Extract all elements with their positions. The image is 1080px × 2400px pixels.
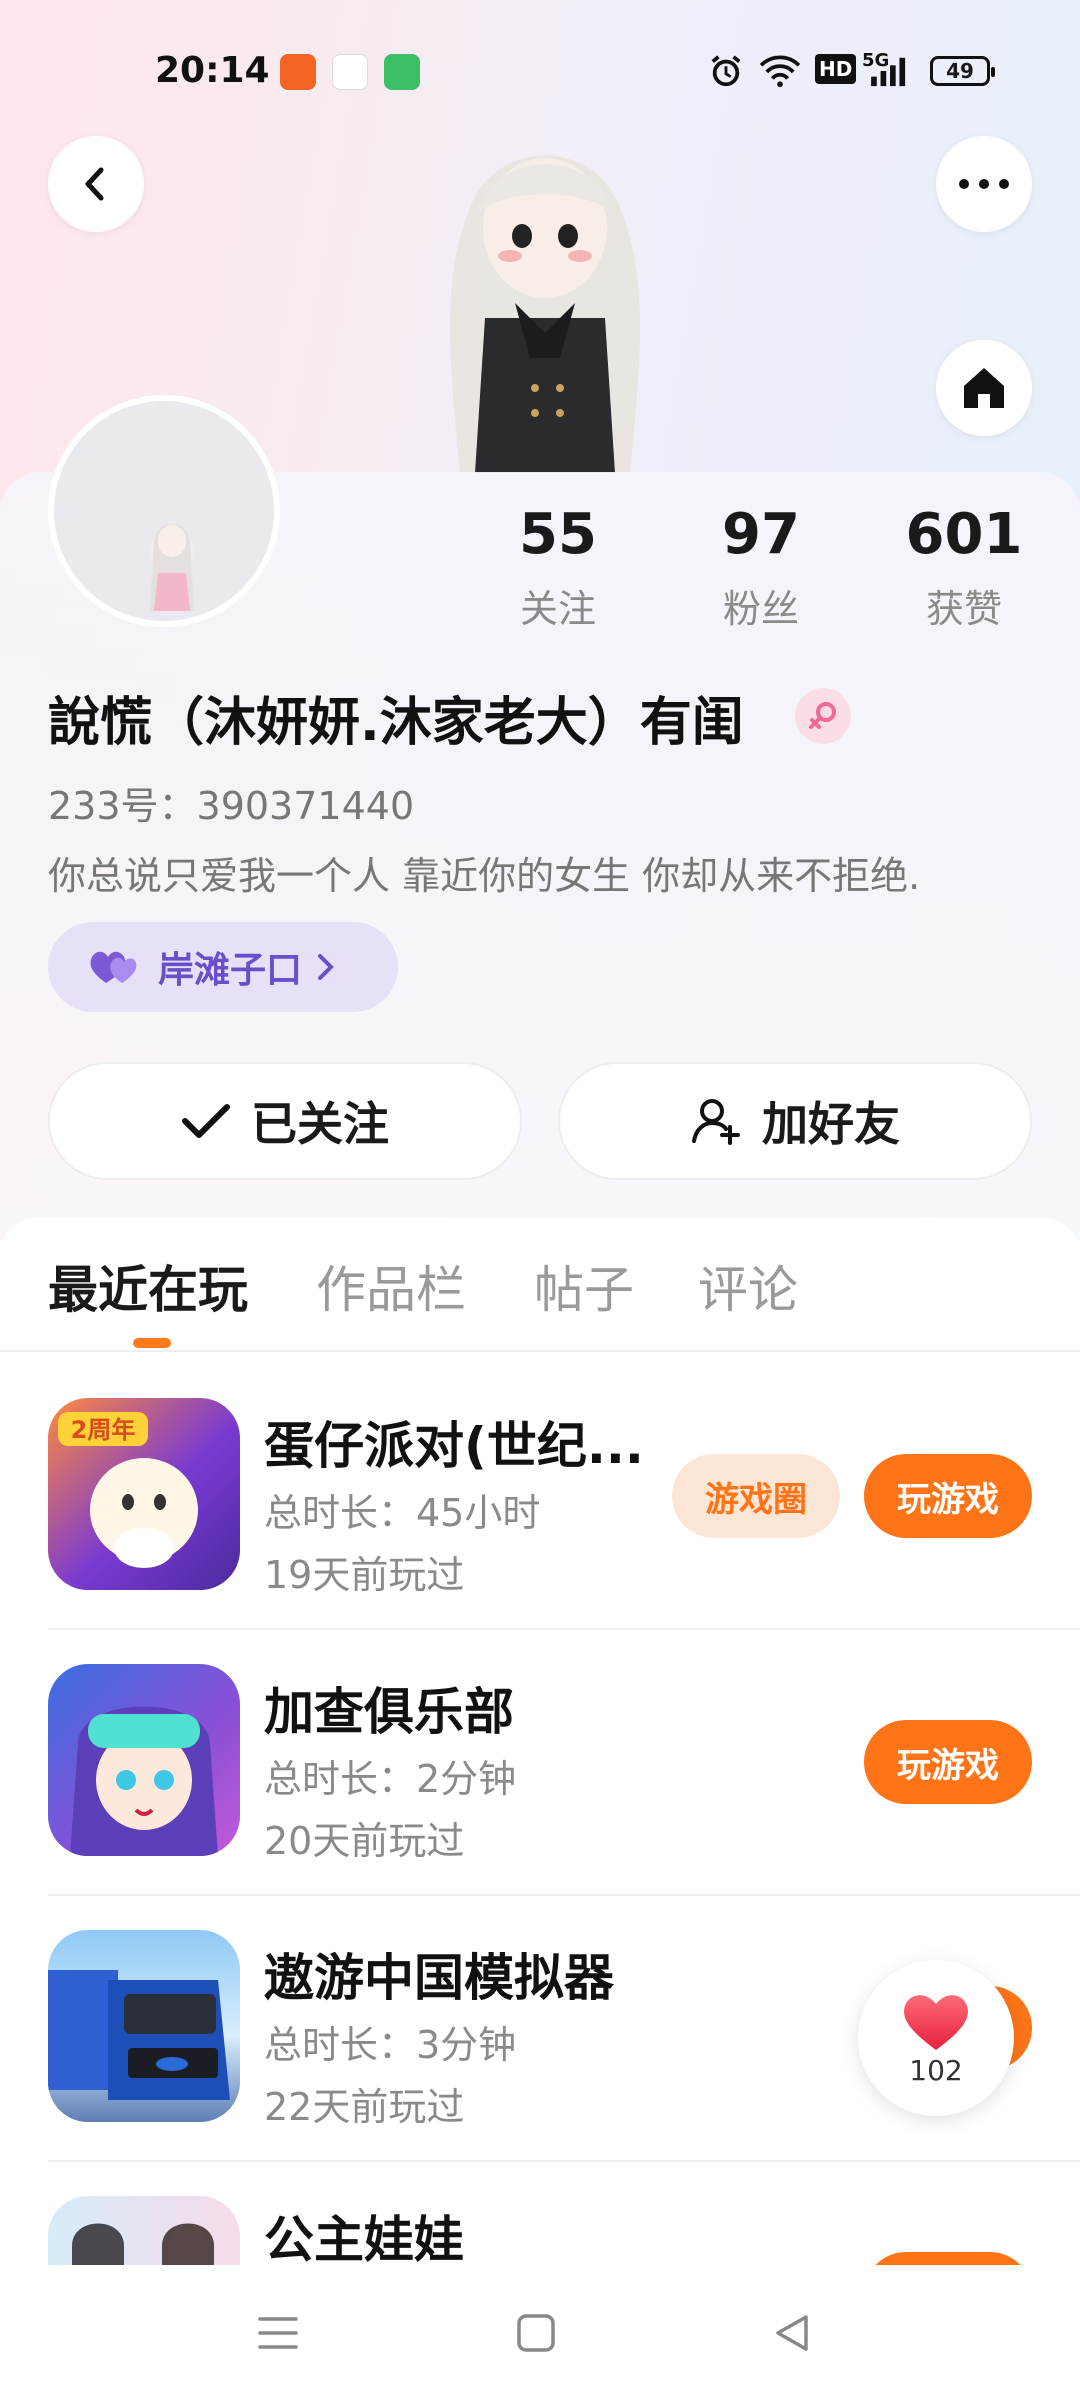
stat-fans[interactable]: 97 粉丝 [681, 500, 841, 633]
user-bio: 你总说只爱我一个人 靠近你的女生 你却从来不拒绝. [48, 854, 921, 898]
play-game-button[interactable]: 玩游戏 [864, 1454, 1032, 1538]
tab-works[interactable]: 作品栏 [316, 1250, 466, 1322]
user-name: 說慌（沐妍妍.沐家老大）有闺 [48, 693, 744, 753]
stat-value: 601 [905, 502, 1023, 567]
list-item[interactable]: 加查俱乐部 总时长：2分钟 20天前玩过 玩游戏 [0, 1630, 1080, 1896]
female-gender-icon [795, 688, 851, 744]
more-button[interactable] [936, 136, 1032, 232]
status-bar: 20:14 HD 5G 49 [0, 40, 1080, 100]
system-nav-bar [0, 2265, 1080, 2400]
back-button[interactable] [48, 136, 144, 232]
game-title: 遨游中国模拟器 [264, 1949, 614, 2007]
game-icon [48, 1664, 240, 1856]
game-icon [48, 1930, 240, 2122]
game-last-played: 20天前玩过 [264, 1819, 465, 1863]
game-duration: 总时长：45小时 [264, 1491, 541, 1535]
app-notification-icon [332, 54, 368, 90]
heart-icon [90, 951, 137, 983]
relationship-tag[interactable]: 岸滩子口 [48, 922, 398, 1012]
app-notification-icon [280, 54, 316, 90]
game-duration: 总时长：2分钟 [264, 1757, 517, 1801]
list-item[interactable]: 公主娃娃 [0, 2162, 1080, 2265]
add-friend-button-label: 加好友 [762, 1097, 900, 1151]
add-friend-button[interactable]: 加好友 [558, 1062, 1032, 1180]
hd-icon: HD [815, 54, 857, 84]
tab-recently-played[interactable]: 最近在玩 [48, 1250, 248, 1322]
tab-active-indicator [133, 1338, 171, 1348]
app-notification-icon [384, 54, 420, 90]
game-duration: 总时长：3分钟 [264, 2023, 517, 2067]
signal-icon [871, 57, 906, 87]
followed-button-label: 已关注 [251, 1097, 389, 1151]
list-item[interactable]: 2周年 蛋仔派对(世纪... 总时长：45小时 19天前玩过 游戏圈 玩游戏 [0, 1364, 1080, 1630]
avatar-character-image [450, 155, 640, 473]
home-icon [964, 368, 1004, 408]
check-icon [182, 1104, 230, 1138]
game-icon [48, 2196, 240, 2265]
user-id: 233号：390371440 [48, 784, 415, 828]
battery-indicator: 49 [930, 56, 995, 86]
status-time: 20:14 [155, 50, 270, 91]
heart-icon [904, 1994, 968, 2050]
chevron-right-icon [318, 954, 334, 980]
add-user-icon [692, 1099, 740, 1145]
floating-like-button[interactable]: 102 [858, 1960, 1014, 2116]
more-dots-icon [959, 179, 1009, 189]
stat-likes[interactable]: 601 获赞 [884, 500, 1044, 633]
tab-comments[interactable]: 评论 [698, 1250, 798, 1322]
stat-label: 获赞 [925, 587, 1002, 631]
avatar-image [54, 401, 274, 621]
game-title: 加查俱乐部 [264, 1683, 514, 1741]
tab-divider [0, 1350, 1080, 1352]
tab-posts[interactable]: 帖子 [534, 1250, 634, 1322]
stat-label: 粉丝 [722, 587, 799, 631]
play-game-button[interactable]: 玩游戏 [864, 1720, 1032, 1804]
back-triangle-icon[interactable] [772, 2313, 812, 2353]
stat-value: 97 [722, 502, 800, 567]
followed-button[interactable]: 已关注 [48, 1062, 522, 1180]
game-icon: 2周年 [48, 1398, 240, 1590]
game-icon-badge: 2周年 [71, 1416, 136, 1444]
chevron-left-icon [85, 167, 104, 201]
game-circle-button[interactable]: 游戏圈 [672, 1454, 840, 1538]
game-last-played: 19天前玩过 [264, 1553, 465, 1597]
stat-value: 55 [519, 502, 597, 567]
stat-label: 关注 [519, 587, 596, 631]
play-game-button[interactable] [864, 2252, 1032, 2265]
home-button[interactable] [936, 340, 1032, 436]
game-title: 蛋仔派对(世纪... [264, 1417, 644, 1475]
menu-icon[interactable] [258, 2315, 298, 2351]
game-title: 公主娃娃 [264, 2211, 464, 2265]
avatar[interactable] [48, 395, 280, 627]
stat-following[interactable]: 55 关注 [478, 500, 638, 633]
alarm-icon [711, 55, 741, 87]
home-square-icon[interactable] [516, 2313, 556, 2353]
relationship-tag-label: 岸滩子口 [158, 950, 303, 991]
game-last-played: 22天前玩过 [264, 2085, 465, 2129]
wifi-icon [759, 55, 801, 88]
like-count: 102 [909, 2053, 963, 2087]
